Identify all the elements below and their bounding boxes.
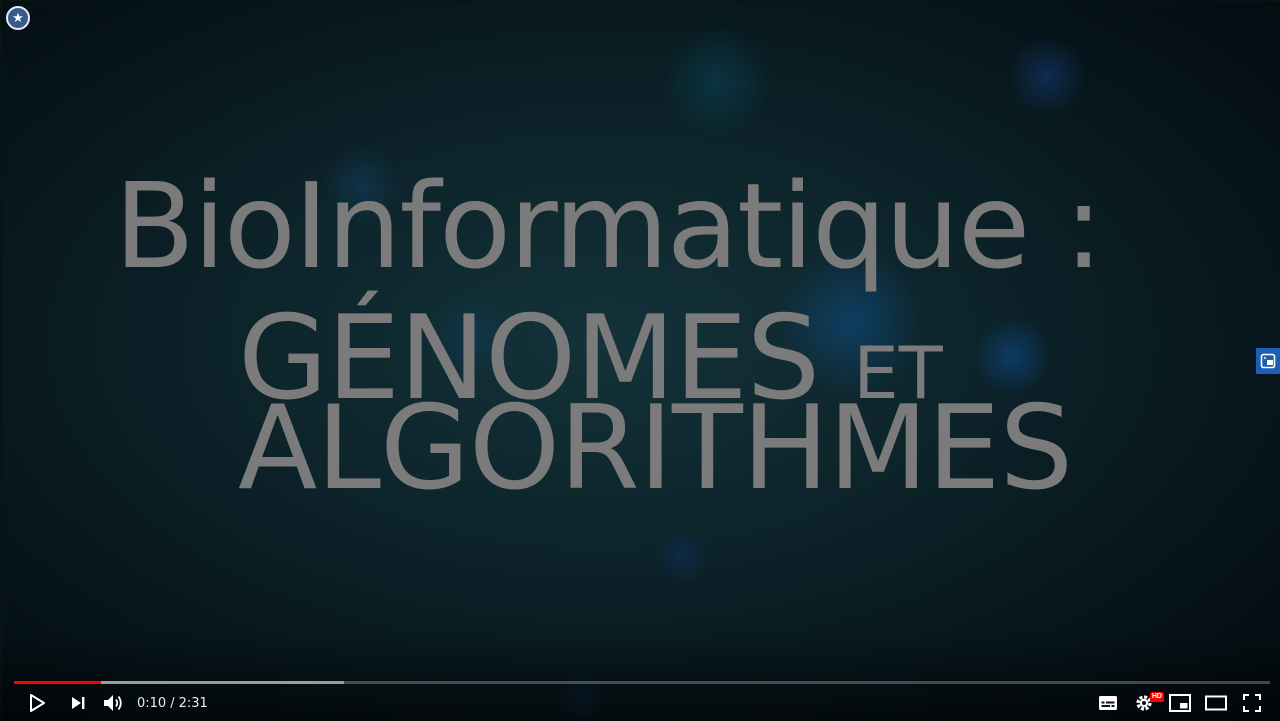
- subtitles-button[interactable]: [1091, 686, 1125, 720]
- volume-icon: [104, 695, 122, 711]
- settings-button[interactable]: HD: [1127, 686, 1164, 720]
- fullscreen-button[interactable]: [1235, 686, 1269, 720]
- play-button[interactable]: [20, 686, 54, 720]
- video-title-line-3: ALGORITHMES: [238, 381, 1073, 516]
- miniplayer-icon: [1169, 694, 1191, 712]
- play-icon: [30, 694, 45, 712]
- time-separator: /: [170, 695, 175, 711]
- time-display: 0:10 / 2:31: [137, 686, 208, 720]
- hd-badge: HD: [1149, 692, 1164, 702]
- volume-button[interactable]: [96, 686, 130, 720]
- extension-icon[interactable]: [1256, 348, 1280, 374]
- player-controls: 0:10 / 2:31 HD: [0, 686, 1280, 720]
- video-player[interactable]: BioInformatique : GÉNOMES ET ALGORITHMES …: [0, 0, 1280, 721]
- subtitles-icon: [1099, 696, 1117, 710]
- star-badge-icon[interactable]: ★: [6, 6, 30, 30]
- fullscreen-icon: [1243, 694, 1261, 712]
- video-title-line-1: BioInformatique :: [114, 157, 1104, 295]
- theater-mode-button[interactable]: [1199, 686, 1233, 720]
- duration: 2:31: [178, 695, 208, 711]
- progress-bar[interactable]: [14, 681, 1270, 684]
- progress-played: [14, 681, 101, 684]
- theater-mode-icon: [1205, 695, 1227, 711]
- video-frame[interactable]: BioInformatique : GÉNOMES ET ALGORITHMES: [2, 1, 1280, 721]
- current-time: 0:10: [137, 695, 167, 711]
- next-icon: [72, 697, 85, 709]
- miniplayer-button[interactable]: [1163, 686, 1197, 720]
- next-button[interactable]: [61, 686, 95, 720]
